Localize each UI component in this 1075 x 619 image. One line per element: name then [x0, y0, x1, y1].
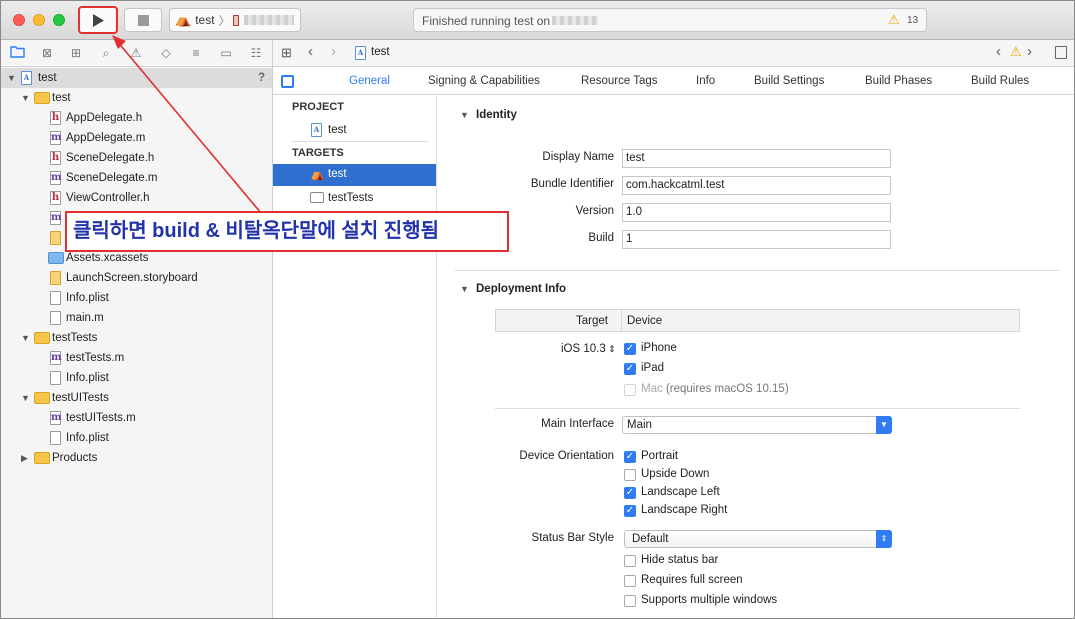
annotation-arrow [112, 35, 262, 214]
xcode-window: ⛺ test 〉 Finished running test on ⚠ 13 ⊠… [0, 0, 1075, 619]
annotation-callout: 클릭하면 build & 비탈옥단말에 설치 진행됨 [65, 211, 509, 252]
